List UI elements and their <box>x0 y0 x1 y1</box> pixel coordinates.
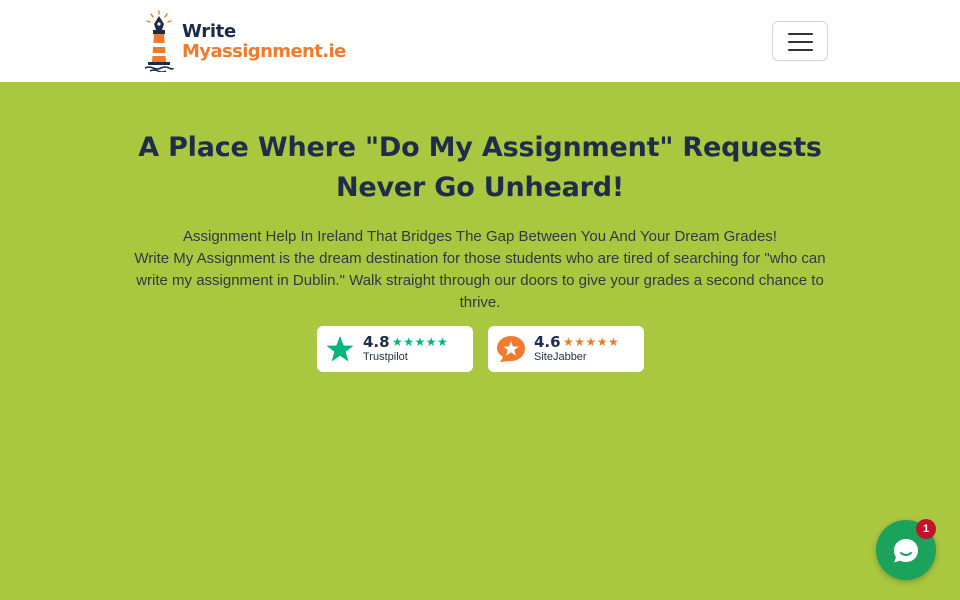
hero-section: A Place Where "Do My Assignment" Request… <box>130 128 830 314</box>
lighthouse-pen-logo-icon <box>144 10 174 72</box>
hamburger-menu-icon <box>788 33 813 35</box>
logo-line1: Write <box>182 21 236 42</box>
sitejabber-rating-card[interactable]: 4.6 ★★★★★ SiteJabber <box>488 326 644 372</box>
hamburger-menu-icon-bar <box>788 41 813 43</box>
hero-title-line2: Never Go Unheard! <box>335 172 625 203</box>
hero-subtitle: Assignment Help In Ireland That Bridges … <box>183 228 777 245</box>
menu-toggle-button[interactable] <box>772 21 828 61</box>
hero-title-line1: A Place Where "Do My Assignment" Request… <box>138 132 822 163</box>
site-logo[interactable]: Write Myassignment.ie <box>142 10 346 72</box>
chat-notification-badge: 1 <box>916 519 936 539</box>
ratings-row: 4.8 ★★★★★ Trustpilot 4.6 ★★★★★ SiteJabbe… <box>317 326 647 372</box>
hero-title: A Place Where "Do My Assignment" Request… <box>130 128 830 208</box>
logo-line2: Myassignment.ie <box>182 41 346 62</box>
sitejabber-icon <box>497 336 525 362</box>
logo-text: Write Myassignment.ie <box>182 22 346 62</box>
sitejabber-name: SiteJabber <box>534 351 587 363</box>
navbar: Write Myassignment.ie <box>0 0 960 82</box>
trustpilot-name: Trustpilot <box>363 351 408 363</box>
sitejabber-score: 4.6 <box>534 333 561 351</box>
trustpilot-score: 4.8 <box>363 333 390 351</box>
chat-bubble-icon <box>894 539 918 563</box>
trustpilot-rating-card[interactable]: 4.8 ★★★★★ Trustpilot <box>317 326 473 372</box>
hero-description: Write My Assignment is the dream destina… <box>134 250 826 311</box>
hamburger-menu-icon-bar <box>788 49 813 51</box>
trustpilot-star-icon <box>326 336 354 362</box>
trustpilot-stars-icon: ★★★★★ <box>392 335 449 349</box>
sitejabber-stars-icon: ★★★★★ <box>563 335 620 349</box>
